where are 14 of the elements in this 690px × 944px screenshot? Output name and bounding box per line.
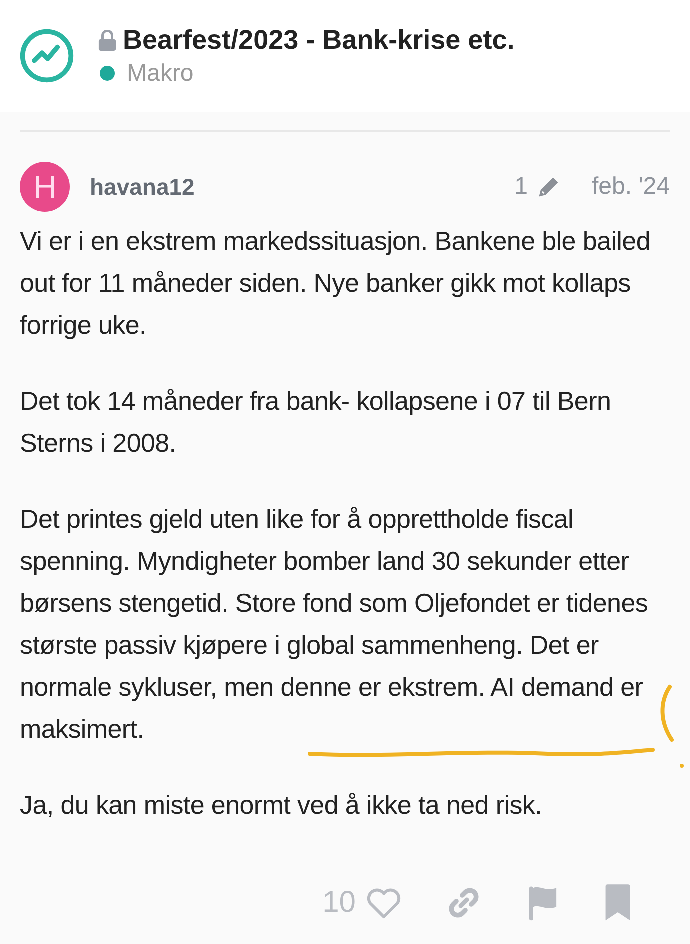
heart-icon[interactable] xyxy=(366,886,402,920)
post-date[interactable]: feb. '24 xyxy=(592,173,670,201)
avatar[interactable]: H xyxy=(20,162,70,212)
bookmark-icon[interactable] xyxy=(604,884,632,922)
post-paragraph: Vi er i en ekstrem markedssituasjon. Bankene ble bailed out for 11 måneder siden. Nye banker gikk mot kollaps forrige uke. xyxy=(20,225,652,342)
edit-count[interactable]: 1 xyxy=(514,173,528,201)
username[interactable]: havana12 xyxy=(90,174,195,200)
topic-title[interactable]: Bearfest/2023 - Bank-krise etc. xyxy=(123,24,515,56)
category-name[interactable]: Makro xyxy=(127,60,194,88)
post-paragraph: Det tok 14 måneder fra bank- kollapsene i 07 til Bern Sterns i 2008. xyxy=(20,385,612,460)
logo-icon[interactable] xyxy=(18,27,76,85)
post-paragraph: Det printes gjeld uten like for å opprettholde fiscal spenning. Myndigheter bomber land 30 sekunder etter børsens stengetid. Store fond som Oljefondet er tidenes største passiv kjøpere i global sammenheng. Det er normale sykluser, men denne er ekstrem. AI demand er maksimert. xyxy=(20,503,650,746)
like-count: 10 xyxy=(322,886,356,920)
post-paragraph: Ja, du kan miste enormt ved å ikke ta ned risk. xyxy=(20,789,544,822)
